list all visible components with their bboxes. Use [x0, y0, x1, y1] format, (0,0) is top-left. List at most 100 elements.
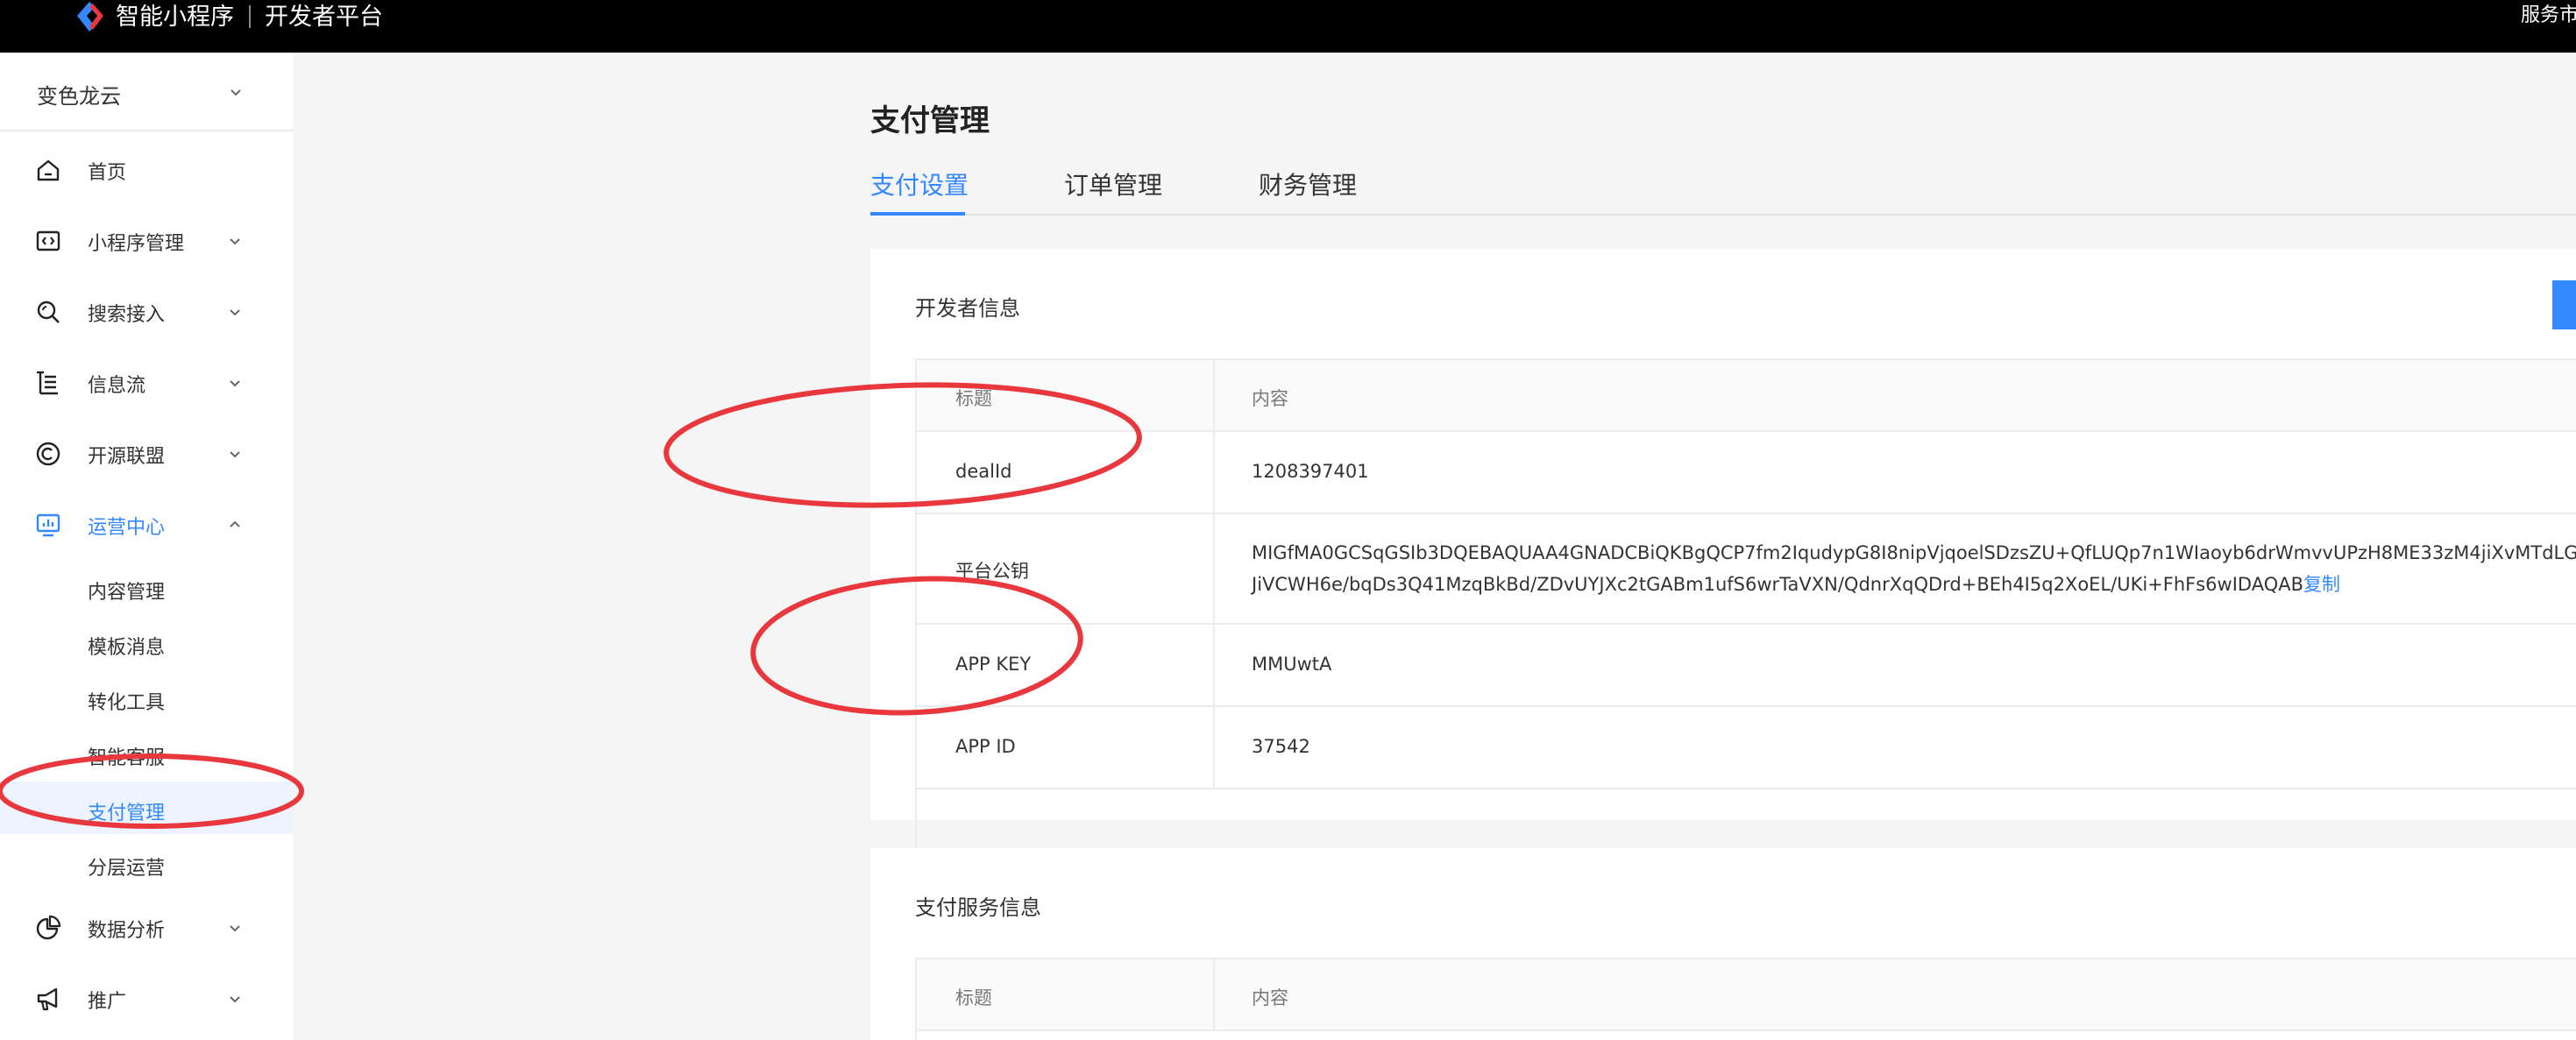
table-header-cell: 标题 — [917, 959, 1215, 1029]
tab-payment-settings[interactable]: 支付设置 — [870, 166, 969, 216]
table-cell-key: APP KEY — [917, 625, 1215, 705]
sidebar-item-promotion[interactable]: 推广 — [0, 967, 293, 1029]
sidebar-subitem-content[interactable]: 内容管理 — [0, 561, 293, 613]
table-row: 平台公钥 MIGfMA0GCSqGSIb3DQEBAQUAA4GNADCBiQK… — [917, 514, 2576, 625]
table-cell-key: APP ID — [917, 707, 1215, 788]
public-key-text: JiVCWH6e/bqDs3Q41MzqBkBd/ZDvUYJXc2tGABm1… — [1252, 574, 2304, 595]
row-key: 平台公钥 — [955, 561, 1029, 582]
sidebar-item-miniprogram[interactable]: 小程序管理 — [0, 209, 293, 271]
payment-service-title: 支付服务信息 — [915, 895, 1041, 920]
table-header-cell: 标题 — [917, 360, 1215, 430]
sidebar-subitem-template-message[interactable]: 模板消息 — [0, 616, 293, 669]
copy-link[interactable]: 复制 — [2303, 574, 2340, 595]
sidebar-item-data-analysis[interactable]: 数据分析 — [0, 896, 293, 958]
sidebar-item-label: 信息流 — [88, 375, 146, 397]
dashboard-icon — [35, 512, 61, 538]
pie-chart-icon — [35, 915, 61, 941]
sidebar-subitem-label: 分层运营 — [88, 858, 166, 880]
table-row: dealId 1208397401 — [917, 432, 2576, 514]
brand-divider — [249, 5, 251, 28]
developer-info-card: 开发者信息 标题 内容 dealId 1208397401 平台公钥 MIGfM… — [870, 249, 2576, 1039]
sidebar-item-label: 运营中心 — [88, 517, 166, 539]
developer-info-title: 开发者信息 — [915, 296, 1020, 321]
sidebar-subitem-conversion-tools[interactable]: 转化工具 — [0, 671, 293, 724]
column-header-content: 内容 — [1252, 987, 1288, 1008]
sidebar-subitem-smart-service[interactable]: 智能客服 — [0, 726, 293, 779]
active-tab-indicator — [870, 212, 965, 216]
sidebar-item-open-source[interactable]: 开源联盟 — [0, 422, 293, 484]
sidebar-item-label: 首页 — [88, 162, 127, 184]
tab-label: 订单管理 — [1064, 171, 1163, 200]
chevron-down-icon — [227, 446, 243, 462]
row-value: MMUwtA — [1252, 654, 1332, 675]
brand-subtitle: 开发者平台 — [265, 4, 383, 31]
feed-list-icon — [35, 370, 61, 396]
sidebar-subitem-label: 模板消息 — [88, 637, 166, 659]
table-cell-value: 1208397401 — [1215, 432, 2576, 513]
payment-service-card: 支付服务信息 标题 内容 — [870, 848, 2576, 1040]
chevron-up-icon — [227, 517, 243, 533]
table-cell-value: MMUwtA — [1215, 625, 2576, 705]
public-key-line-1: MIGfMA0GCSqGSIb3DQEBAQUAA4GNADCBiQKBgQCP… — [1252, 542, 2576, 563]
sidebar-subitem-label: 智能客服 — [88, 747, 166, 769]
row-key: APP KEY — [955, 654, 1032, 675]
megaphone-icon — [35, 986, 61, 1012]
sidebar-subitem-label: 内容管理 — [88, 582, 166, 604]
sidebar-item-label: 开源联盟 — [88, 446, 166, 468]
column-header-content: 内容 — [1252, 388, 1288, 409]
service-market-link[interactable]: 服务市场 — [2521, 0, 2576, 35]
sidebar-item-label: 推广 — [88, 991, 127, 1013]
sidebar-item-home[interactable]: 首页 — [0, 138, 293, 200]
table-header-cell: 内容 — [1215, 360, 2576, 430]
row-key: dealId — [955, 461, 1012, 482]
row-value: 37542 — [1252, 736, 1310, 757]
table-cell-value: MIGfMA0GCSqGSIb3DQEBAQUAA4GNADCBiQKBgQCP… — [1215, 514, 2576, 623]
table-header-cell: 内容 — [1215, 959, 2576, 1029]
top-header: 智能小程序 开发者平台 服务市场 — [0, 0, 2576, 53]
sidebar-item-feed[interactable]: 信息流 — [0, 351, 293, 413]
sidebar-item-label: 小程序管理 — [88, 233, 185, 255]
page-title: 支付管理 — [870, 103, 990, 138]
home-icon — [35, 157, 61, 183]
table-header-row: 标题 内容 — [917, 360, 2576, 432]
smart-program-logo-icon[interactable] — [72, 0, 109, 33]
brand-name[interactable]: 智能小程序 — [116, 0, 234, 35]
sidebar-item-operations[interactable]: 运营中心 — [0, 493, 293, 555]
tab-finance-management[interactable]: 财务管理 — [1259, 166, 1357, 214]
org-switcher[interactable]: 变色龙云 — [0, 53, 293, 131]
sidebar: 变色龙云 首页 小程序管理 搜索接入 信息流 开源联盟 运营中心 内容管理 模板… — [0, 53, 293, 1040]
table-cell-key: dealId — [917, 432, 1215, 513]
org-name: 变色龙云 — [37, 84, 121, 109]
column-header-title: 标题 — [955, 388, 992, 409]
search-icon — [35, 299, 61, 325]
sidebar-item-search[interactable]: 搜索接入 — [0, 280, 293, 342]
table-cell-value: 37542 — [1215, 707, 2576, 788]
page-root: 智能小程序 开发者平台 服务市场 变色龙云 首页 小程序管理 — [0, 0, 2576, 1040]
sidebar-subitem-label: 支付管理 — [88, 803, 166, 824]
sidebar-subitem-payment[interactable]: 支付管理 — [0, 782, 293, 834]
table-header-row: 标题 内容 — [917, 959, 2576, 1031]
code-bracket-icon — [35, 228, 61, 254]
chevron-down-icon — [227, 304, 243, 320]
tab-bar: 支付设置 订单管理 财务管理 — [870, 166, 2576, 216]
sidebar-item-label: 数据分析 — [88, 920, 166, 942]
row-key: APP ID — [955, 736, 1016, 757]
chevron-down-icon — [227, 920, 243, 936]
row-value: 1208397401 — [1252, 461, 1369, 482]
tab-label: 支付设置 — [870, 171, 969, 200]
tab-order-management[interactable]: 订单管理 — [1064, 166, 1162, 214]
primary-action-button[interactable] — [2552, 280, 2576, 329]
chevron-down-icon — [227, 375, 243, 391]
chevron-down-icon — [227, 233, 243, 249]
chevron-down-icon — [227, 991, 243, 1007]
table-row: APP ID 37542 — [917, 707, 2576, 789]
payment-service-table: 标题 内容 — [915, 958, 2576, 1040]
table-row: APP KEY MMUwtA — [917, 625, 2576, 707]
column-header-title: 标题 — [955, 987, 992, 1008]
chevron-down-icon — [228, 84, 244, 100]
sidebar-subitem-label: 转化工具 — [88, 692, 166, 714]
sidebar-item-label: 搜索接入 — [88, 304, 166, 326]
table-cell-key: 平台公钥 — [917, 514, 1215, 623]
sidebar-subitem-tiered-operations[interactable]: 分层运营 — [0, 837, 293, 889]
copyright-icon — [35, 441, 61, 467]
